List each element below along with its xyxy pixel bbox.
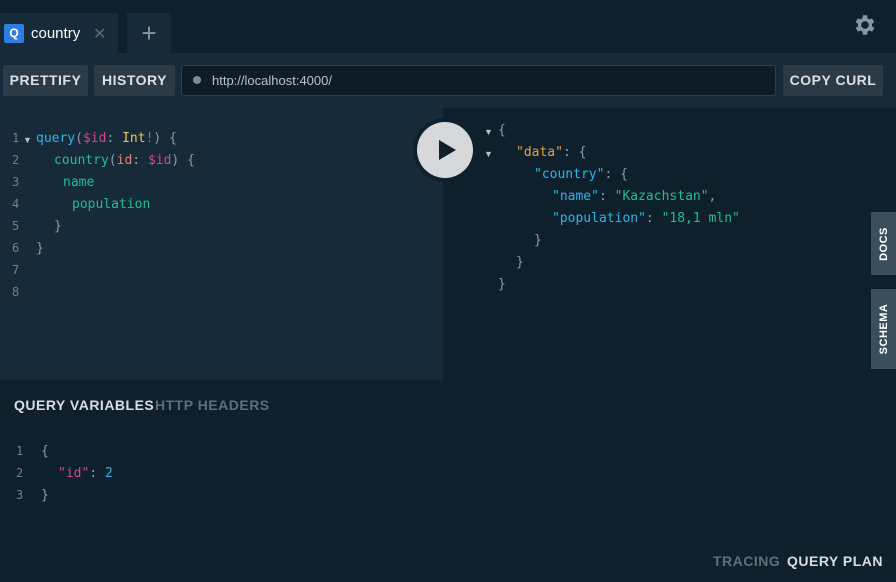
json-value-name: "Kazachstan" xyxy=(614,189,709,204)
punct: , xyxy=(708,189,717,204)
json-key-country: "country" xyxy=(534,167,605,182)
code-line-2[interactable]: country(id: $id) { xyxy=(54,153,195,168)
json-name-line: "name": "Kazachstan", xyxy=(552,189,716,204)
json-data-line: "data": { xyxy=(516,145,586,160)
copy-curl-button[interactable]: COPY CURL xyxy=(783,65,883,96)
close-icon[interactable]: ✕ xyxy=(93,24,106,44)
add-tab-button[interactable]: + xyxy=(127,13,171,53)
prettify-button[interactable]: PRETTIFY xyxy=(3,65,88,96)
tracing-tab[interactable]: TRACING xyxy=(713,553,780,569)
punct: : xyxy=(598,189,607,204)
result-panel xyxy=(443,108,896,538)
gear-icon[interactable] xyxy=(852,12,878,38)
play-icon[interactable] xyxy=(437,139,457,161)
docs-tab[interactable]: DOCS xyxy=(871,212,896,275)
fold-arrow-icon[interactable]: ▼ xyxy=(23,135,32,145)
punct: : xyxy=(89,466,98,481)
argument-id: id xyxy=(116,153,133,168)
punct: : xyxy=(604,167,613,182)
schema-tab[interactable]: SCHEMA xyxy=(871,289,896,369)
json-brace: } xyxy=(498,277,506,292)
variable-id: $id xyxy=(147,153,172,168)
endpoint-url[interactable]: http://localhost:4000/ xyxy=(212,73,332,88)
line-number: 3 xyxy=(16,488,24,502)
vars-brace: { xyxy=(41,444,49,459)
docs-tab-label: DOCS xyxy=(877,226,890,261)
punct: ( xyxy=(75,131,83,146)
vars-key-id: "id" xyxy=(58,466,90,481)
punct: ) { xyxy=(171,153,195,168)
punct: : xyxy=(645,211,654,226)
keyword-query: query xyxy=(36,131,76,146)
json-value-population: "18,1 mln" xyxy=(661,211,740,226)
type-int: Int xyxy=(122,131,146,146)
punct: : xyxy=(562,145,571,160)
line-number: 2 xyxy=(12,153,20,167)
line-number: 7 xyxy=(12,263,20,277)
tab-http-headers[interactable]: HTTP HEADERS xyxy=(155,397,270,413)
line-number: 3 xyxy=(12,175,20,189)
json-brace: } xyxy=(516,255,524,270)
code-brace: } xyxy=(36,241,44,256)
line-number: 4 xyxy=(12,197,20,211)
line-number: 2 xyxy=(16,466,24,480)
json-population-line: "population": "18,1 mln" xyxy=(552,211,740,226)
query-badge: Q xyxy=(4,24,24,43)
json-key-data: "data" xyxy=(516,145,563,160)
line-number: 8 xyxy=(12,285,20,299)
line-number: 5 xyxy=(12,219,20,233)
fold-arrow-icon[interactable]: ▼ xyxy=(484,127,493,137)
json-key-population: "population" xyxy=(552,211,646,226)
code-brace: } xyxy=(54,219,62,234)
json-key-name: "name" xyxy=(552,189,599,204)
history-button[interactable]: HISTORY xyxy=(94,65,175,96)
punct: { xyxy=(620,167,628,182)
vars-value-id: 2 xyxy=(104,466,113,481)
schema-tab-label: SCHEMA xyxy=(877,303,890,355)
json-country-line: "country": { xyxy=(534,167,628,182)
status-dot-icon xyxy=(193,76,201,84)
tab-query-variables[interactable]: QUERY VARIABLES xyxy=(14,397,154,413)
query-editor[interactable] xyxy=(0,108,443,380)
punct: : xyxy=(132,153,141,168)
variable-id: $id xyxy=(82,131,107,146)
vars-id-line[interactable]: "id": 2 xyxy=(58,466,113,481)
field-population[interactable]: population xyxy=(72,197,150,212)
line-number: 6 xyxy=(12,241,20,255)
query-plan-tab[interactable]: QUERY PLAN xyxy=(787,553,883,569)
fold-arrow-icon[interactable]: ▼ xyxy=(484,149,493,159)
punct: ( xyxy=(108,153,117,168)
tab-label[interactable]: country xyxy=(31,25,80,42)
punct: { xyxy=(578,145,587,160)
line-number: 1 xyxy=(12,131,20,145)
line-number: 1 xyxy=(16,444,24,458)
punct: ) { xyxy=(153,131,177,146)
vars-brace: } xyxy=(41,488,49,503)
code-line-1[interactable]: query($id: Int!) { xyxy=(36,131,177,146)
field-name[interactable]: name xyxy=(63,175,94,190)
punct: : xyxy=(106,131,115,146)
json-brace: { xyxy=(498,123,506,138)
field-country: country xyxy=(54,153,109,168)
json-brace: } xyxy=(534,233,542,248)
